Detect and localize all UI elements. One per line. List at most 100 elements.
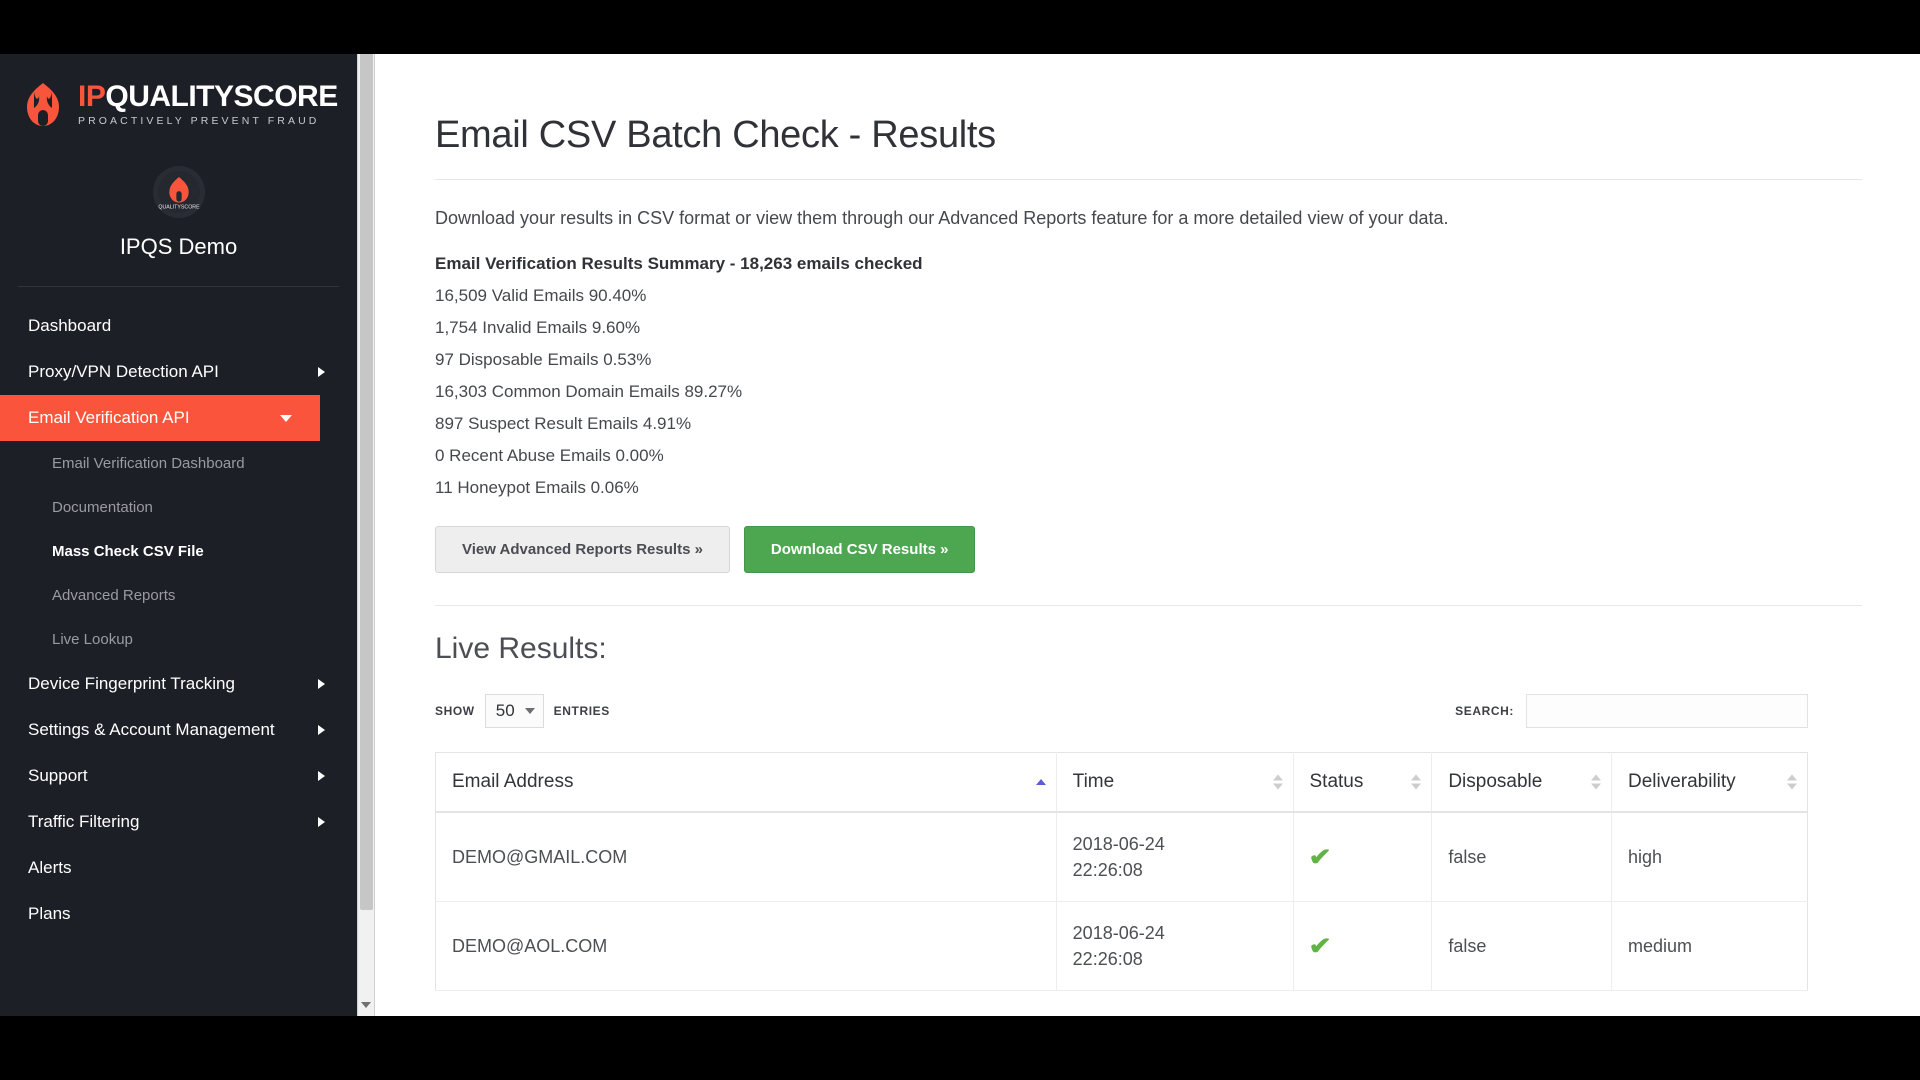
table-head: Email Address Time Status [436,753,1808,813]
cell-status: ✔ [1293,812,1432,902]
flame-logo-icon [18,80,68,130]
sidebar-item-label: Traffic Filtering [28,812,139,832]
cell-deliverability: high [1611,812,1807,902]
sort-indicator-icon[interactable] [1273,775,1283,790]
column-label: Disposable [1448,771,1542,792]
brand-rest: QUALITYSCORE [105,80,337,113]
search-input[interactable] [1526,694,1808,728]
valid-check-icon: ✔ [1308,932,1331,961]
page-scrollbar[interactable] [357,54,375,1016]
avatar-flame-icon: QUALITYSCORE [157,170,201,214]
column-header-deliverability[interactable]: Deliverability [1611,753,1807,813]
summary-heading: Email Verification Results Summary - 18,… [435,254,1862,274]
sidebar-item-label: Settings & Account Management [28,720,275,740]
column-label: Email Address [452,771,573,792]
column-label: Status [1310,771,1364,792]
sidebar-item-label: Dashboard [28,316,111,336]
sidebar-item-dashboard[interactable]: Dashboard [0,303,357,349]
summary-line-common-domain: 16,303 Common Domain Emails 89.27% [435,382,1862,402]
sidebar-item-plans[interactable]: Plans [0,891,357,937]
sidebar-subitem-mass-check-csv-file[interactable]: Mass Check CSV File [0,529,357,573]
sidebar-subitem-label: Documentation [52,499,153,516]
cell-time: 2018-06-24 22:26:08 [1056,902,1293,991]
summary-line-valid: 16,509 Valid Emails 90.40% [435,286,1862,306]
sidebar-item-label: Alerts [28,858,71,878]
action-buttons: View Advanced Reports Results » Download… [435,526,1862,573]
cell-disposable: false [1432,902,1612,991]
avatar[interactable]: QUALITYSCORE [153,166,205,218]
column-label: Deliverability [1628,771,1736,792]
sidebar-subitem-email-verification-dashboard[interactable]: Email Verification Dashboard [0,441,357,485]
table-row[interactable]: DEMO@AOL.COM 2018-06-24 22:26:08 ✔ false… [436,902,1808,991]
page-title: Email CSV Batch Check - Results [435,114,1862,180]
cell-disposable: false [1432,812,1612,902]
brand-accent: IP [78,80,105,113]
sidebar-subitem-advanced-reports[interactable]: Advanced Reports [0,573,357,617]
main-content: Need Help? Submit a Support Ticket or Ca… [375,54,1920,1016]
cell-time: 2018-06-24 22:26:08 [1056,812,1293,902]
column-header-time[interactable]: Time [1056,753,1293,813]
table-header-row: Email Address Time Status [436,753,1808,813]
column-header-email-address[interactable]: Email Address [436,753,1057,813]
table-row[interactable]: DEMO@GMAIL.COM 2018-06-24 22:26:08 ✔ fal… [436,812,1808,902]
sort-indicator-icon[interactable] [1411,775,1421,790]
summary-line-honeypot: 11 Honeypot Emails 0.06% [435,478,1862,498]
sidebar-item-proxy-vpn-detection-api[interactable]: Proxy/VPN Detection API [0,349,357,395]
sidebar-item-email-verification-api[interactable]: Email Verification API [0,395,320,441]
scroll-down-arrow-icon[interactable] [361,1002,371,1008]
sidebar: IPQUALITYSCORE PROACTIVELY PREVENT FRAUD… [0,54,357,1016]
entries-label: ENTRIES [554,704,610,718]
sidebar-item-device-fingerprint-tracking[interactable]: Device Fingerprint Tracking [0,661,357,707]
entries-per-page-select[interactable]: 50 [485,694,544,728]
summary-line-invalid: 1,754 Invalid Emails 9.60% [435,318,1862,338]
summary-line-suspect: 897 Suspect Result Emails 4.91% [435,414,1862,434]
sidebar-subitem-label: Live Lookup [52,631,133,648]
sidebar-subitem-label: Advanced Reports [52,587,175,604]
sidebar-item-label: Proxy/VPN Detection API [28,362,219,382]
sidebar-item-settings-account-management[interactable]: Settings & Account Management [0,707,357,753]
sidebar-item-traffic-filtering[interactable]: Traffic Filtering [0,799,357,845]
download-csv-results-button[interactable]: Download CSV Results » [744,526,976,573]
sidebar-nav: Dashboard Proxy/VPN Detection API Email … [0,303,357,937]
sidebar-item-label: Device Fingerprint Tracking [28,674,235,694]
search-container: SEARCH: [1455,694,1808,728]
cell-email-address: DEMO@AOL.COM [436,902,1057,991]
sidebar-divider [18,286,339,287]
screen-root: IPQUALITYSCORE PROACTIVELY PREVENT FRAUD… [0,0,1920,1080]
live-results-title: Live Results: [435,632,1862,666]
entries-value: 50 [496,701,515,721]
sidebar-item-alerts[interactable]: Alerts [0,845,357,891]
sidebar-item-label: Email Verification API [28,408,190,428]
sidebar-item-label: Plans [28,904,71,924]
avatar-container: QUALITYSCORE [0,166,357,218]
chevron-down-icon [525,708,535,714]
sort-indicator-ascending-icon[interactable] [1036,779,1046,785]
column-header-disposable[interactable]: Disposable [1432,753,1612,813]
summary-line-disposable: 97 Disposable Emails 0.53% [435,350,1862,370]
valid-check-icon: ✔ [1308,843,1331,872]
chevron-down-icon [280,415,292,422]
content-area: Email CSV Batch Check - Results Download… [393,54,1920,991]
svg-text:QUALITYSCORE: QUALITYSCORE [158,205,200,211]
sort-indicator-icon[interactable] [1787,775,1797,790]
intro-paragraph: Download your results in CSV format or v… [435,208,1862,229]
sort-indicator-icon[interactable] [1591,775,1601,790]
sidebar-item-support[interactable]: Support [0,753,357,799]
brand-tagline: PROACTIVELY PREVENT FRAUD [78,115,319,127]
brand-logo[interactable]: IPQUALITYSCORE PROACTIVELY PREVENT FRAUD [0,54,357,140]
sidebar-subitem-documentation[interactable]: Documentation [0,485,357,529]
cell-status: ✔ [1293,902,1432,991]
section-divider [435,605,1862,606]
column-label: Time [1073,771,1115,792]
account-name: IPQS Demo [0,234,357,260]
sidebar-subitem-label: Email Verification Dashboard [52,455,245,472]
sidebar-subitem-label: Mass Check CSV File [52,543,204,560]
view-advanced-reports-button[interactable]: View Advanced Reports Results » [435,526,730,573]
sidebar-subitem-live-lookup[interactable]: Live Lookup [0,617,357,661]
chevron-right-icon [318,725,325,735]
sidebar-item-label: Support [28,766,88,786]
scrollbar-thumb[interactable] [360,54,373,910]
cell-email-address: DEMO@GMAIL.COM [436,812,1057,902]
column-header-status[interactable]: Status [1293,753,1432,813]
table-body: DEMO@GMAIL.COM 2018-06-24 22:26:08 ✔ fal… [436,812,1808,991]
